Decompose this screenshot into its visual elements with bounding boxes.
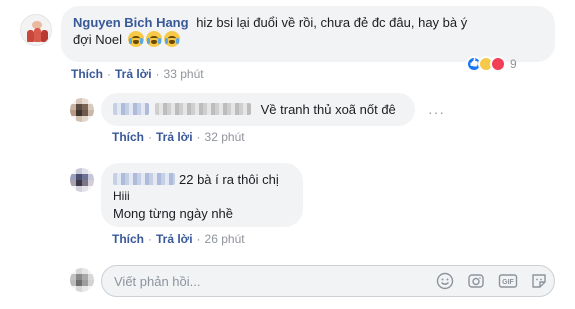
- comment-text-line1: hiz bsi lại đuổi về rồi, chưa đẻ đc đâu,…: [196, 15, 468, 30]
- reply-bubble: Về tranh thủ xoã nốt đê: [101, 93, 415, 126]
- gif-icon[interactable]: GIF: [498, 272, 518, 290]
- reply-input[interactable]: [114, 273, 414, 290]
- love-reaction-icon: [490, 56, 506, 72]
- crying-emoji-icon: [127, 31, 144, 47]
- avatar[interactable]: [70, 98, 94, 122]
- crying-emoji-icon: [163, 31, 180, 47]
- comment-author[interactable]: Nguyen Bich Hang: [73, 15, 189, 30]
- reaction-count: 9: [510, 57, 517, 71]
- timestamp[interactable]: 26 phút: [205, 232, 245, 246]
- reply-text-line2: Hiii: [113, 189, 130, 203]
- reply-text-inline: 22 bà í ra thôi chị: [179, 172, 279, 187]
- reply-actions: Thích · Trả lời · 26 phút: [112, 232, 245, 246]
- redacted-author: [113, 173, 175, 185]
- more-options-icon[interactable]: ···: [428, 104, 445, 120]
- timestamp[interactable]: 32 phút: [205, 130, 245, 144]
- svg-text:GIF: GIF: [502, 279, 514, 286]
- like-link[interactable]: Thích: [112, 232, 144, 246]
- timestamp[interactable]: 33 phút: [164, 67, 204, 81]
- sticker-icon[interactable]: [530, 272, 548, 290]
- comment-bubble: Nguyen Bich Hang hiz bsi lại đuổi về rồi…: [61, 6, 555, 62]
- avatar[interactable]: [20, 14, 52, 46]
- like-link[interactable]: Thích: [112, 130, 144, 144]
- comment-actions: Thích · Trả lời · 33 phút: [71, 67, 204, 81]
- reply-link[interactable]: Trả lời: [156, 232, 193, 246]
- reply-link[interactable]: Trả lời: [156, 130, 193, 144]
- emoji-icon[interactable]: [436, 272, 454, 290]
- reply-link[interactable]: Trả lời: [115, 67, 152, 81]
- reply-composer: GIF: [101, 265, 555, 297]
- camera-icon[interactable]: [467, 272, 485, 290]
- like-link[interactable]: Thích: [71, 67, 103, 81]
- comment-text-line2: đợi Noel: [73, 32, 122, 47]
- redacted-author: [113, 103, 149, 115]
- crying-emoji-icon: [145, 31, 162, 47]
- reaction-summary[interactable]: 9: [466, 56, 517, 72]
- reply-text: Về tranh thủ xoã nốt đê: [260, 102, 396, 117]
- redacted-text: [155, 103, 251, 115]
- avatar[interactable]: [70, 168, 94, 192]
- reply-actions: Thích · Trả lời · 32 phút: [112, 130, 245, 144]
- reply-bubble: 22 bà í ra thôi chị Hiii Mong từng ngày …: [101, 163, 303, 227]
- avatar[interactable]: [70, 268, 94, 292]
- reply-text-line3: Mong từng ngày nhề: [113, 206, 234, 221]
